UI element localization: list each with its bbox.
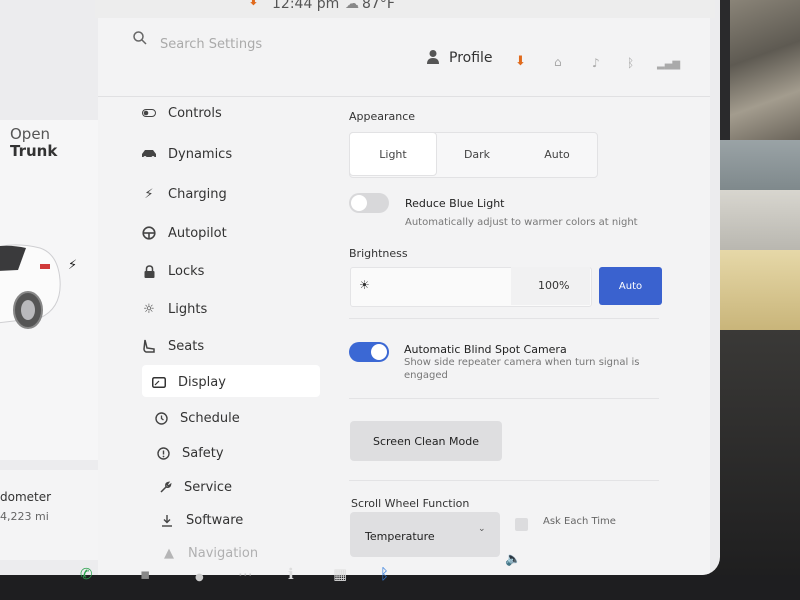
search-icon [133,31,147,45]
status-bar [95,0,715,18]
trunk-label-line2: Trunk [10,142,58,160]
app-icon[interactable]: ▪ [140,565,150,583]
brightness-label: Brightness [349,247,408,260]
odometer-label: dometer [0,490,52,504]
scroll-wheel-value: Temperature [365,530,435,543]
blind-spot-camera-title: Automatic Blind Spot Camera [404,343,567,356]
display-screen: ⬇ 12:44 pm ☁ 87°F Open Trunk ⚡ dometer 4… [0,0,720,575]
sidebar-item-label: Navigation [188,545,259,561]
profile-button[interactable]: Profile [449,50,493,66]
download-icon [158,514,176,527]
sidebar-item-label: Controls [168,105,222,121]
clock-icon [152,411,170,425]
sidebar-item-charging[interactable]: ⚡ Charging [140,180,227,208]
profile-icon[interactable] [426,49,440,65]
blind-spot-camera-description: Show side repeater camera when turn sign… [404,356,639,382]
sun-icon: ☀ [359,278,370,292]
sidebar-item-service[interactable]: Service [156,473,232,501]
sidebar-item-label: Schedule [180,410,240,426]
section-divider [349,318,659,319]
volume-icon[interactable]: 🔈 [505,552,521,567]
sidebar-item-autopilot[interactable]: Autopilot [140,219,227,247]
appearance-option-light[interactable]: Light [349,132,437,176]
brightness-auto-button[interactable]: Auto [599,267,662,305]
sidebar-item-safety[interactable]: Safety [154,439,224,467]
sidebar-item-label: Locks [168,263,205,279]
dot-icon: ● [195,572,204,583]
more-apps-icon[interactable]: ⋯ [238,565,253,583]
open-trunk-button[interactable]: Open Trunk [10,126,57,160]
toggle-knob [371,344,387,360]
sidebar-item-lights[interactable]: ☼ Lights [140,295,207,323]
scroll-wheel-label: Scroll Wheel Function [351,497,470,510]
odometer-value: 4,223 mi [0,510,49,523]
reduce-blue-light-toggle[interactable] [349,193,389,213]
sidebar-item-display[interactable]: Display [150,368,226,396]
sidebar-item-label: Service [184,479,233,495]
description-line: Show side repeater camera when turn sign… [404,357,640,368]
bluetooth-icon[interactable]: ᛒ [627,56,634,70]
download-icon[interactable]: ⬇ [515,54,526,69]
homelink-icon[interactable]: ⌂ [554,55,562,69]
light-icon: ☼ [143,301,155,317]
bluetooth-icon[interactable]: ᛒ [380,565,389,583]
ask-each-time-label: Ask Each Time [543,516,616,527]
appearance-option-dark[interactable]: Dark [437,132,517,176]
search-input[interactable] [158,30,382,58]
toggle-knob [351,195,367,211]
download-icon: ⬇ [248,0,259,9]
sidebar-item-label: Dynamics [168,146,233,162]
sidebar-item-label: Safety [182,445,224,461]
sidebar-item-locks[interactable]: Locks [140,257,204,285]
sidebar-item-label: Charging [168,186,227,202]
chevron-down-icon: ⌄ [478,524,486,534]
blind-spot-camera-toggle[interactable] [349,342,389,362]
calendar-icon[interactable]: ▦ [333,565,347,583]
car-icon [140,149,158,159]
charge-port-icon[interactable]: ⚡ [68,258,77,273]
bell-icon[interactable]: ♪ [592,56,600,70]
sidebar-item-seats[interactable]: Seats [140,332,204,360]
sidebar-item-software[interactable]: Software [158,506,243,534]
phone-icon[interactable]: ✆ [80,565,93,583]
header-divider [98,96,710,97]
sidebar-item-label: Lights [168,301,208,317]
screen-clean-mode-button[interactable]: Screen Clean Mode [350,421,502,461]
steering-wheel-icon [140,226,158,240]
section-divider [349,398,659,399]
weather-icon: ☁ [345,0,359,12]
brightness-value: 100% [538,279,570,292]
manual-icon[interactable]: ℹ [288,565,294,583]
trunk-label-line1: Open [10,125,51,143]
signal-icon: ▂▄▆ [657,59,681,70]
bolt-icon: ⚡ [144,186,154,202]
status-temperature: 87°F [362,0,395,12]
navigation-icon: ▲ [164,545,174,561]
appearance-label: Appearance [349,110,416,123]
bottom-dock [0,575,800,600]
background-scenery [730,0,800,140]
sidebar-item-navigation[interactable]: ▲ Navigation [160,539,258,567]
section-divider [349,480,659,481]
lock-icon [140,264,158,278]
sidebar-item-dynamics[interactable]: Dynamics [140,140,232,168]
sidebar-item-label: Display [178,374,226,390]
seat-icon [140,339,158,353]
description-line: engaged [404,370,448,381]
sidebar-item-schedule[interactable]: Schedule [152,404,240,432]
safety-icon [154,446,172,460]
wrench-icon [156,481,174,494]
sidebar-item-label: Software [186,512,244,528]
toggle-icon [140,109,158,117]
sidebar-item-label: Autopilot [168,225,227,241]
display-icon [150,376,168,388]
car-image [0,244,61,329]
sidebar-item-controls[interactable]: Controls [140,99,222,127]
status-time: 12:44 pm [272,0,340,12]
appearance-option-auto[interactable]: Auto [517,132,597,176]
ask-each-time-checkbox[interactable] [515,518,528,531]
reduce-blue-light-title: Reduce Blue Light [405,197,505,210]
sidebar-item-label: Seats [168,338,205,354]
reduce-blue-light-description: Automatically adjust to warmer colors at… [405,217,638,228]
